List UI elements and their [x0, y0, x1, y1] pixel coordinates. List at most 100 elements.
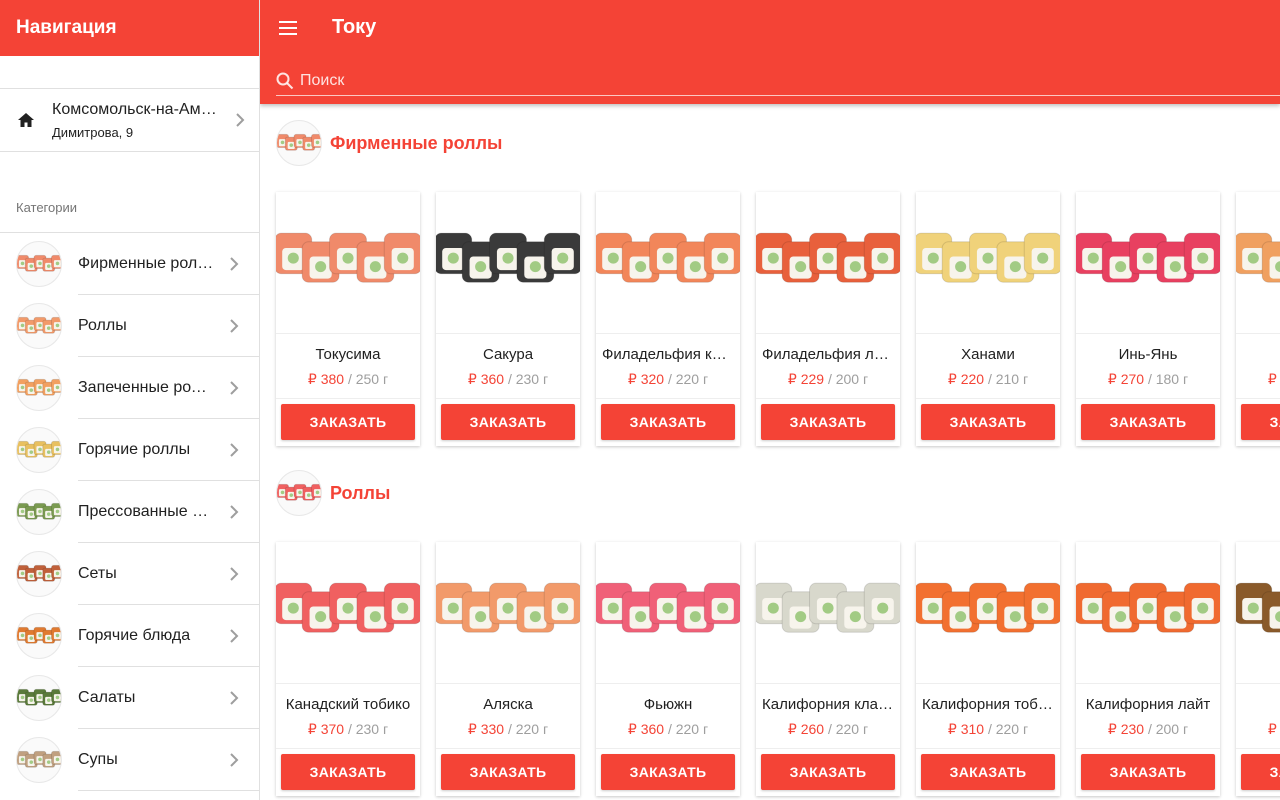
- chevron-right-icon: [214, 567, 254, 581]
- category-item[interactable]: Фирменные роллы: [0, 233, 259, 295]
- product-weight: / 220 г: [507, 721, 549, 737]
- search-input[interactable]: [300, 71, 900, 90]
- product-weight: / 220 г: [667, 721, 709, 737]
- order-button[interactable]: ЗАКАЗАТЬ: [281, 754, 415, 790]
- chevron-right-icon: [214, 753, 254, 767]
- category-item[interactable]: Роллы: [0, 295, 259, 357]
- category-thumbnail: [16, 675, 62, 721]
- order-button[interactable]: ЗАКАЗАТЬ: [441, 754, 575, 790]
- category-label: Фирменные роллы: [78, 255, 214, 272]
- product-price: ₽ 370: [307, 721, 345, 737]
- card-divider: [916, 398, 1060, 399]
- section-thumbnail: [276, 470, 322, 516]
- product-card[interactable]: Сакура ₽ 360 / 230 г ЗАКАЗАТЬ: [436, 192, 580, 446]
- product-price: ₽ 340: [1267, 721, 1280, 737]
- product-image: [436, 542, 580, 684]
- product-card[interactable]: Канадский тобико ₽ 370 / 230 г ЗАКАЗАТЬ: [276, 542, 420, 796]
- product-card[interactable]: Фьюжн ₽ 360 / 220 г ЗАКАЗАТЬ: [596, 542, 740, 796]
- order-button[interactable]: ЗАКАЗАТЬ: [1241, 404, 1280, 440]
- location-city: Комсомольск-на-Амуре: [52, 100, 220, 118]
- order-button[interactable]: ЗАКАЗАТЬ: [921, 754, 1055, 790]
- product-name: Калифорния классик: [762, 696, 900, 713]
- product-weight: / 220 г: [827, 721, 869, 737]
- product-name: Канадский тобико: [285, 696, 411, 713]
- category-item[interactable]: Супы: [0, 729, 259, 791]
- product-card[interactable]: Калифорния лайт ₽ 230 / 200 г ЗАКАЗАТЬ: [1076, 542, 1220, 796]
- card-divider: [1076, 398, 1220, 399]
- category-item[interactable]: Запеченные роллы: [0, 357, 259, 419]
- chevron-right-icon: [214, 629, 254, 643]
- category-item[interactable]: Горячие роллы: [0, 419, 259, 481]
- product-image: [916, 542, 1060, 684]
- product-price-line: ₽ 220 / 210 г: [916, 371, 1060, 388]
- product-card[interactable]: Филадельфия лайт ₽ 229 / 200 г ЗАКАЗАТЬ: [756, 192, 900, 446]
- order-button[interactable]: ЗАКАЗАТЬ: [441, 404, 575, 440]
- product-price-line: ₽ 380 / 250 г: [276, 371, 420, 388]
- category-item[interactable]: Сеты: [0, 543, 259, 605]
- product-price-line: ₽ 340 / 220 г: [1236, 721, 1280, 738]
- product-weight: / 200 г: [827, 371, 869, 387]
- card-divider: [436, 398, 580, 399]
- product-card[interactable]: Унаги ₽ 340 / 220 г ЗАКАЗАТЬ: [1236, 542, 1280, 796]
- card-divider: [596, 398, 740, 399]
- product-price: ₽ 330: [467, 721, 505, 737]
- product-price: ₽ 260: [787, 721, 825, 737]
- card-divider: [1236, 748, 1280, 749]
- order-button[interactable]: ЗАКАЗАТЬ: [281, 404, 415, 440]
- product-price-line: ₽ 390 / 250 г: [1236, 371, 1280, 388]
- menu-icon[interactable]: [276, 16, 300, 40]
- product-row: Токусима ₽ 380 / 250 г ЗАКАЗАТЬ Сакура ₽ 360…: [276, 192, 1280, 446]
- category-item[interactable]: Горячие блюда: [0, 605, 259, 667]
- order-button[interactable]: ЗАКАЗАТЬ: [601, 404, 735, 440]
- product-name: Аляска: [483, 696, 533, 713]
- product-price-line: ₽ 260 / 220 г: [756, 721, 900, 738]
- product-weight: / 230 г: [507, 371, 549, 387]
- product-image: [1076, 542, 1220, 684]
- card-divider: [596, 748, 740, 749]
- menu-content: Фирменные роллы Токусима ₽ 380 / 250 г ЗАКА…: [260, 104, 1280, 800]
- product-weight: / 220 г: [987, 721, 1029, 737]
- product-weight: / 180 г: [1147, 371, 1189, 387]
- product-weight: / 210 г: [987, 371, 1029, 387]
- order-button[interactable]: ЗАКАЗАТЬ: [761, 404, 895, 440]
- card-divider: [916, 748, 1060, 749]
- chevron-right-icon: [214, 443, 254, 457]
- category-item[interactable]: Салаты: [0, 667, 259, 729]
- category-list: Фирменные роллы Роллы Запеченные роллы Горя…: [0, 232, 259, 791]
- category-label: Прессованные роллы: [78, 503, 214, 520]
- card-divider: [276, 398, 420, 399]
- order-button[interactable]: ЗАКАЗАТЬ: [761, 754, 895, 790]
- product-name: Калифорния тобико: [922, 696, 1060, 713]
- order-button[interactable]: ЗАКАЗАТЬ: [921, 404, 1055, 440]
- product-price-line: ₽ 229 / 200 г: [756, 371, 900, 388]
- chevron-right-icon: [220, 113, 259, 127]
- product-image: [596, 542, 740, 684]
- order-button[interactable]: ЗАКАЗАТЬ: [1081, 754, 1215, 790]
- product-card[interactable]: Филадельфия классик ₽ 320 / 220 г ЗАКАЗАТЬ: [596, 192, 740, 446]
- product-card[interactable]: Токусима ₽ 380 / 250 г ЗАКАЗАТЬ: [276, 192, 420, 446]
- card-divider: [756, 748, 900, 749]
- product-weight: / 250 г: [347, 371, 389, 387]
- product-name: Сакура: [1236, 346, 1280, 363]
- location-selector[interactable]: Комсомольск-на-Амуре Димитрова, 9: [0, 88, 259, 152]
- product-card[interactable]: Сакура ₽ 390 / 250 г ЗАКАЗАТЬ: [1236, 192, 1280, 446]
- app-title: Току: [332, 16, 377, 38]
- categories-heading: Категории: [16, 200, 77, 215]
- product-price: ₽ 360: [467, 371, 505, 387]
- order-button[interactable]: ЗАКАЗАТЬ: [1241, 754, 1280, 790]
- card-divider: [436, 748, 580, 749]
- product-card[interactable]: Ханами ₽ 220 / 210 г ЗАКАЗАТЬ: [916, 192, 1060, 446]
- order-button[interactable]: ЗАКАЗАТЬ: [601, 754, 735, 790]
- product-price-line: ₽ 310 / 220 г: [916, 721, 1060, 738]
- product-price-line: ₽ 330 / 220 г: [436, 721, 580, 738]
- product-image: [916, 192, 1060, 334]
- product-card[interactable]: Аляска ₽ 330 / 220 г ЗАКАЗАТЬ: [436, 542, 580, 796]
- category-thumbnail: [16, 551, 62, 597]
- product-card[interactable]: Калифорния классик ₽ 260 / 220 г ЗАКАЗАТЬ: [756, 542, 900, 796]
- product-card[interactable]: Калифорния тобико ₽ 310 / 220 г ЗАКАЗАТЬ: [916, 542, 1060, 796]
- order-button[interactable]: ЗАКАЗАТЬ: [1081, 404, 1215, 440]
- location-street: Димитрова, 9: [52, 124, 134, 140]
- product-card[interactable]: Инь-Янь ₽ 270 / 180 г ЗАКАЗАТЬ: [1076, 192, 1220, 446]
- category-item[interactable]: Прессованные роллы: [0, 481, 259, 543]
- category-label: Горячие блюда: [78, 627, 191, 644]
